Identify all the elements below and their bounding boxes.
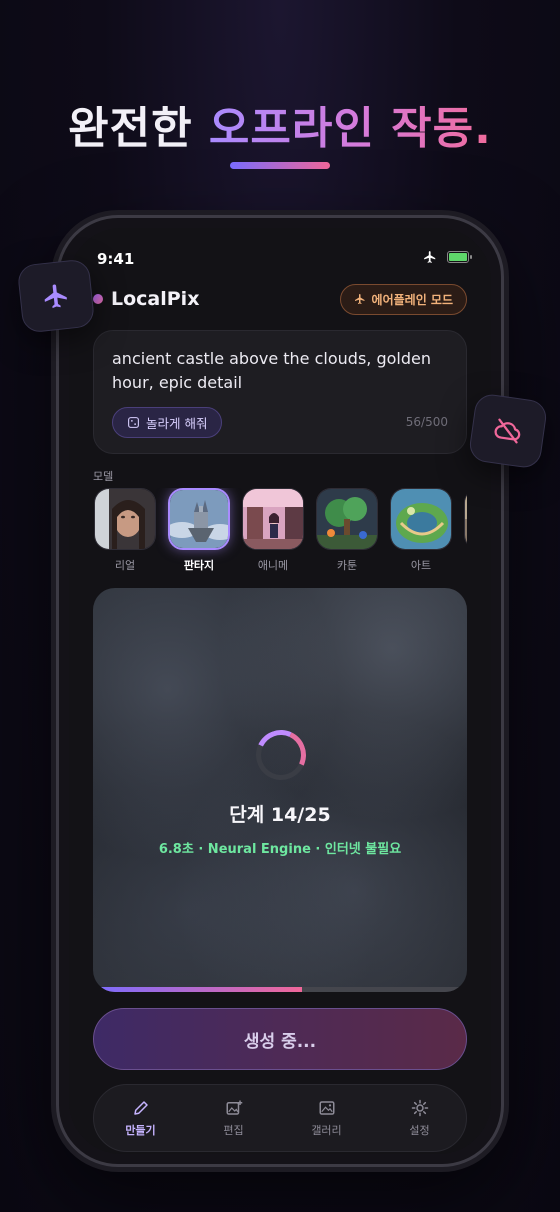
model-name-anime: 애니메 [257, 559, 289, 572]
headline-part-2: 오프라인 작동. [208, 103, 492, 154]
tab-bar: 만들기 편집 갤러리 설정 [93, 1084, 467, 1152]
model-thumb-partial [464, 488, 467, 550]
headline-part-1: 완전한 [68, 103, 209, 154]
brand: LocalPix [93, 288, 199, 310]
airplane-mode-pill[interactable]: 에어플레인 모드 [339, 283, 467, 315]
gallery-icon [319, 1100, 334, 1115]
cloud-off-badge [467, 392, 549, 470]
progress-fill [93, 987, 303, 992]
model-option-cartoon[interactable]: 카툰 [315, 488, 379, 574]
tab-gallery[interactable]: 갤러리 [292, 1099, 362, 1138]
phone-screen: 9:41 LocalPix 에어플레인 모드 ancient castle ab… [69, 228, 491, 1154]
prompt-card[interactable]: ancient castle above the clouds, golden … [93, 330, 467, 454]
generate-button[interactable]: 생성 중... [93, 1008, 467, 1070]
app-name: LocalPix [111, 288, 200, 310]
tab-create[interactable]: 만들기 [106, 1099, 176, 1138]
tab-settings[interactable]: 설정 [385, 1099, 455, 1138]
model-thumb-art [390, 488, 452, 550]
airplane-badge [16, 258, 96, 334]
model-thumb-anime [242, 488, 304, 550]
airplane-icon [354, 294, 365, 304]
generate-button-label: 생성 중... [243, 1031, 317, 1052]
cloud-off-icon [494, 418, 521, 444]
tab-gallery-label: 갤러리 [311, 1123, 342, 1137]
loading-spinner-icon [248, 722, 314, 788]
airplane-badge-icon [44, 284, 67, 309]
generation-preview: 단계 14/25 6.8초 · Neural Engine · 인터넷 불필요 [93, 588, 467, 992]
model-option-real[interactable]: 리얼 [93, 488, 157, 574]
gear-icon [411, 1099, 428, 1116]
prompt-input[interactable]: ancient castle above the clouds, golden … [112, 347, 448, 395]
surprise-me-button[interactable]: 놀라게 해줘 [112, 407, 223, 438]
pencil-icon [133, 1100, 148, 1115]
dice-icon [128, 417, 139, 428]
tab-settings-label: 설정 [409, 1123, 430, 1137]
model-name-real: 리얼 [114, 559, 136, 572]
airplane-mode-label: 에어플레인 모드 [371, 292, 453, 307]
tab-create-label: 만들기 [125, 1123, 156, 1137]
battery-icon [447, 251, 472, 263]
model-thumb-fantasy [168, 488, 230, 550]
status-time: 9:41 [97, 250, 135, 268]
step-counter: 단계 14/25 [229, 804, 331, 826]
model-name-fantasy: 판타지 [183, 559, 215, 572]
page-headline: 완전한 오프라인 작동. [0, 92, 560, 156]
model-section-label: 모델 [93, 470, 114, 483]
model-option-art[interactable]: 아트 [389, 488, 453, 574]
generation-meta: 6.8초 · Neural Engine · 인터넷 불필요 [158, 842, 402, 857]
status-icons [423, 250, 472, 264]
tab-edit[interactable]: 편집 [199, 1099, 269, 1138]
airplane-status-icon [424, 251, 436, 263]
app-header: LocalPix 에어플레인 모드 [93, 283, 467, 315]
model-name-art: 아트 [410, 559, 432, 572]
model-thumb-real [94, 488, 156, 550]
phone-frame: 9:41 LocalPix 에어플레인 모드 ancient castle ab… [56, 215, 504, 1167]
brand-dot-icon [93, 294, 103, 304]
model-thumb-cartoon [316, 488, 378, 550]
surprise-me-label: 놀라게 해줘 [146, 416, 208, 431]
model-name-cartoon: 카툰 [336, 559, 358, 572]
progress-bar [93, 987, 467, 992]
model-option-fantasy[interactable]: 판타지 [167, 488, 231, 574]
image-plus-icon [226, 1100, 242, 1115]
model-option-anime[interactable]: 애니메 [241, 488, 305, 574]
model-option-partial[interactable] [463, 488, 467, 574]
model-picker: 리얼 판타지 애니메 카툰 아트 [93, 488, 467, 574]
char-count: 56/500 [405, 415, 448, 429]
headline-underline [230, 162, 330, 169]
tab-edit-label: 편집 [223, 1123, 244, 1137]
